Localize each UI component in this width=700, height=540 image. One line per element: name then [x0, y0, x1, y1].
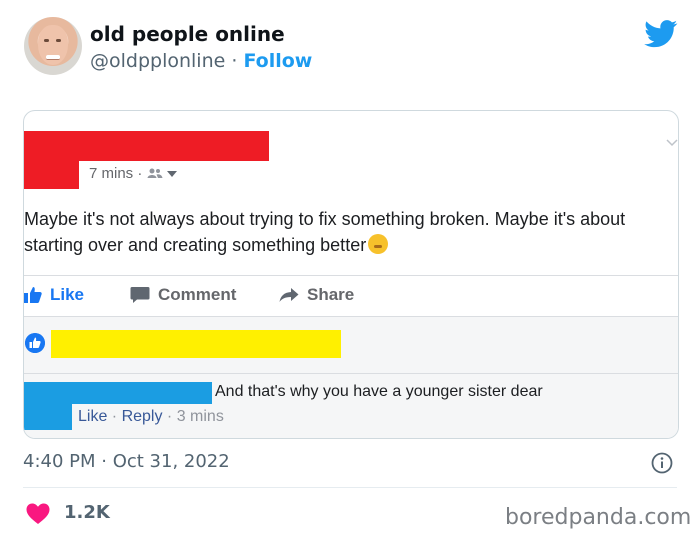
- audience-icon[interactable]: [147, 167, 163, 179]
- heart-icon[interactable]: [26, 503, 50, 525]
- like-button[interactable]: Like: [24, 285, 84, 305]
- post-meta: 7 mins ·: [89, 165, 177, 182]
- divider: [24, 275, 678, 276]
- reply-like-link[interactable]: Like: [78, 408, 107, 425]
- redacted-commenter-name: [24, 382, 212, 404]
- share-arrow-icon: [279, 288, 299, 302]
- redacted-reactors: [51, 330, 341, 358]
- audience-dropdown-icon[interactable]: [166, 170, 177, 178]
- author-name[interactable]: old people online: [90, 22, 285, 46]
- grimace-emoji-icon: [368, 234, 389, 254]
- post-text: Maybe it's not always about trying to fi…: [24, 209, 626, 255]
- reply-time: 3 mins: [176, 408, 224, 425]
- chevron-down-icon[interactable]: [666, 139, 678, 147]
- redacted-avatar: [24, 161, 79, 189]
- avatar[interactable]: [24, 17, 82, 75]
- comment-button[interactable]: Comment: [130, 285, 236, 305]
- avatar-eye-right: [56, 39, 61, 42]
- author-handle-line: @oldpplonline · Follow: [90, 50, 312, 72]
- like-count[interactable]: 1.2K: [64, 502, 110, 523]
- share-button[interactable]: Share: [279, 285, 354, 305]
- reply-separator: ·: [107, 408, 122, 425]
- redacted-commenter-avatar: [24, 404, 72, 430]
- reply-reply-link[interactable]: Reply: [122, 408, 163, 425]
- watermark: boredpanda.com: [505, 505, 692, 530]
- like-reaction-icon[interactable]: [25, 333, 45, 353]
- share-label: Share: [307, 285, 355, 304]
- author-handle[interactable]: @oldpplonline: [90, 50, 225, 72]
- twitter-bird-icon[interactable]: [644, 20, 678, 48]
- follow-button[interactable]: Follow: [243, 50, 312, 72]
- post-actions: Like Comment Share: [24, 283, 678, 309]
- divider: [23, 487, 677, 488]
- embedded-facebook-screenshot[interactable]: 7 mins · Maybe it's not always about try…: [23, 110, 679, 439]
- comment-label: Comment: [158, 285, 237, 304]
- post-text-block: Maybe it's not always about trying to fi…: [24, 206, 654, 258]
- like-label: Like: [50, 285, 85, 304]
- comment-icon: [130, 287, 150, 303]
- post-time: 7 mins ·: [89, 165, 143, 182]
- tweet-timestamp[interactable]: 4:40 PM · Oct 31, 2022: [23, 451, 230, 472]
- reply-separator: ·: [162, 408, 177, 425]
- redacted-name: [24, 131, 269, 161]
- handle-separator: ·: [225, 50, 244, 72]
- reply-meta: Like · Reply · 3 mins: [78, 408, 224, 426]
- reply-text: And that's why you have a younger sister…: [215, 383, 543, 400]
- divider: [24, 373, 678, 374]
- avatar-eye-left: [44, 39, 49, 42]
- like-thumb-icon: [24, 287, 42, 303]
- avatar-mouth: [46, 55, 60, 60]
- info-icon[interactable]: [651, 452, 673, 474]
